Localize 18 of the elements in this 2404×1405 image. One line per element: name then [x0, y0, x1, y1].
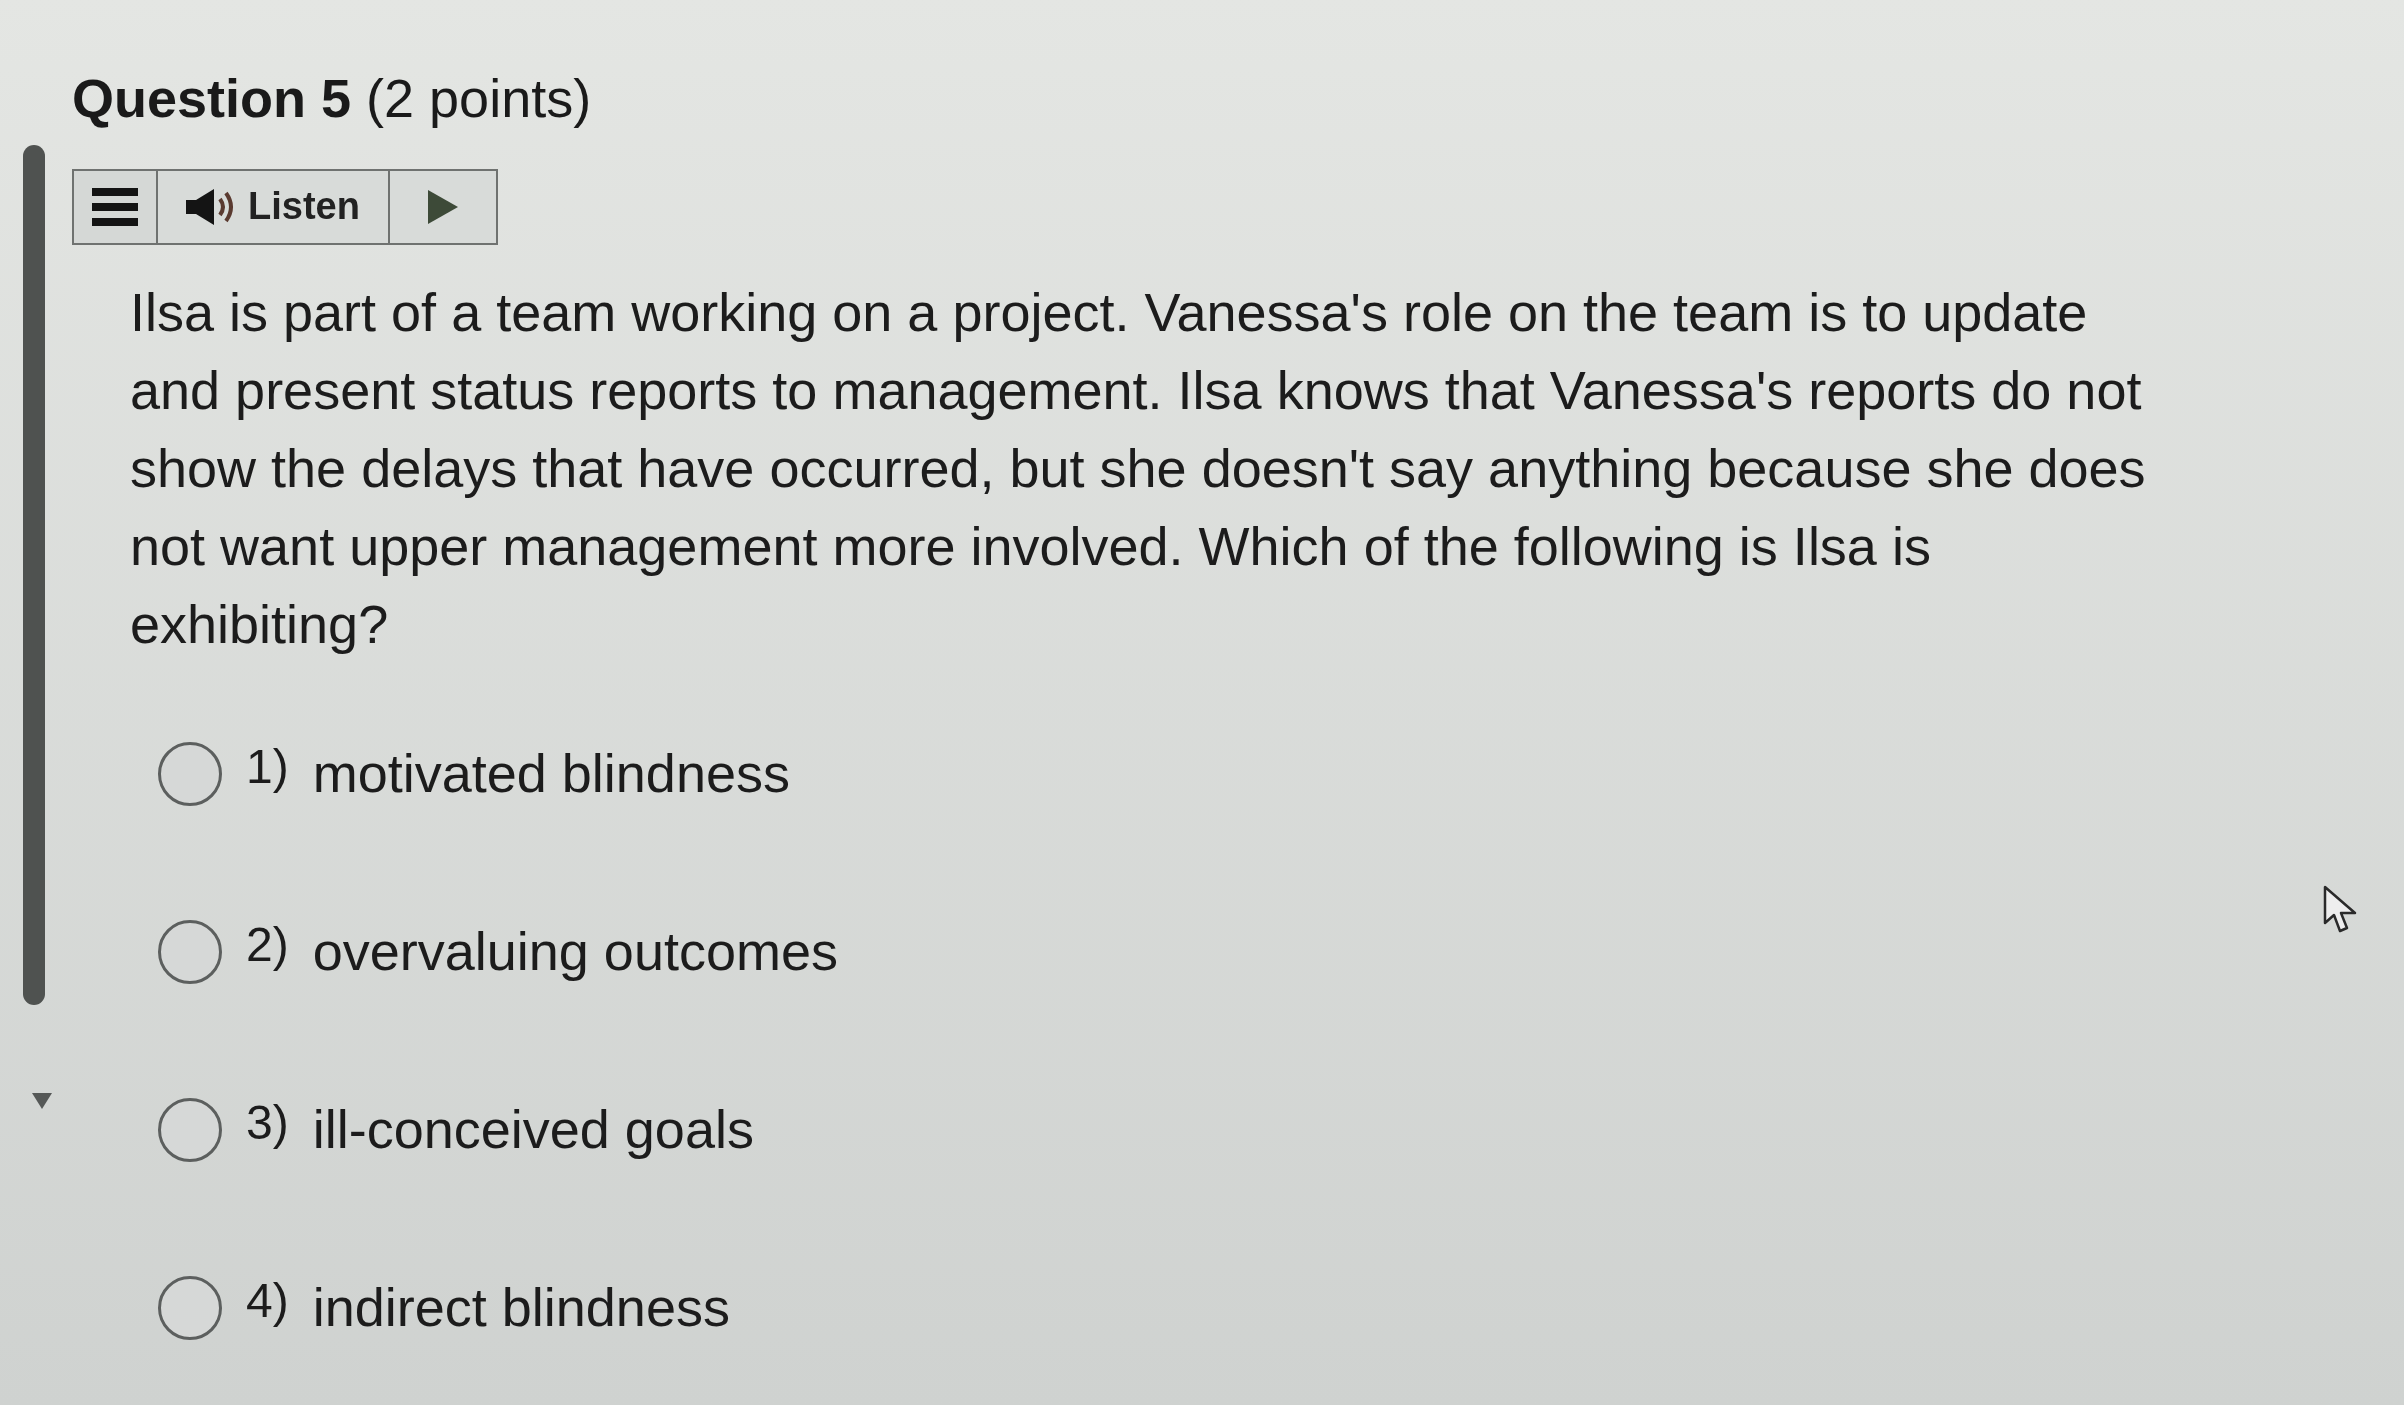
- menu-icon: [92, 187, 138, 226]
- option-label[interactable]: motivated blindness: [312, 733, 790, 815]
- cursor-arrow-icon: [2323, 885, 2359, 933]
- scrollbar-thumb[interactable]: [23, 145, 45, 1005]
- option-number: 3): [246, 1094, 289, 1151]
- option-label[interactable]: indirect blindness: [312, 1267, 730, 1349]
- question-title: Question 5 (2 points): [72, 67, 592, 130]
- menu-button[interactable]: [74, 170, 158, 243]
- play-button[interactable]: [390, 170, 496, 243]
- option-label[interactable]: overvaluing outcomes: [312, 911, 838, 993]
- option-number: 1): [246, 738, 289, 795]
- scroll-down-arrow-icon[interactable]: [32, 1093, 52, 1109]
- play-icon: [428, 189, 458, 224]
- listen-button[interactable]: Listen: [158, 170, 390, 243]
- option-label[interactable]: ill-conceived goals: [312, 1089, 754, 1171]
- option-number: 2): [246, 916, 289, 973]
- question-text: Ilsa is part of a team working on a project. Vanessa's role on the team is to update and present status reports to management. Ilsa knows that Vanessa's reports do not show the delays that have occurred, but she doesn't say anything because she does not want upper management more involved. Which of the following is Ilsa is exhibiting?: [130, 280, 2147, 656]
- option-number: 4): [246, 1272, 289, 1329]
